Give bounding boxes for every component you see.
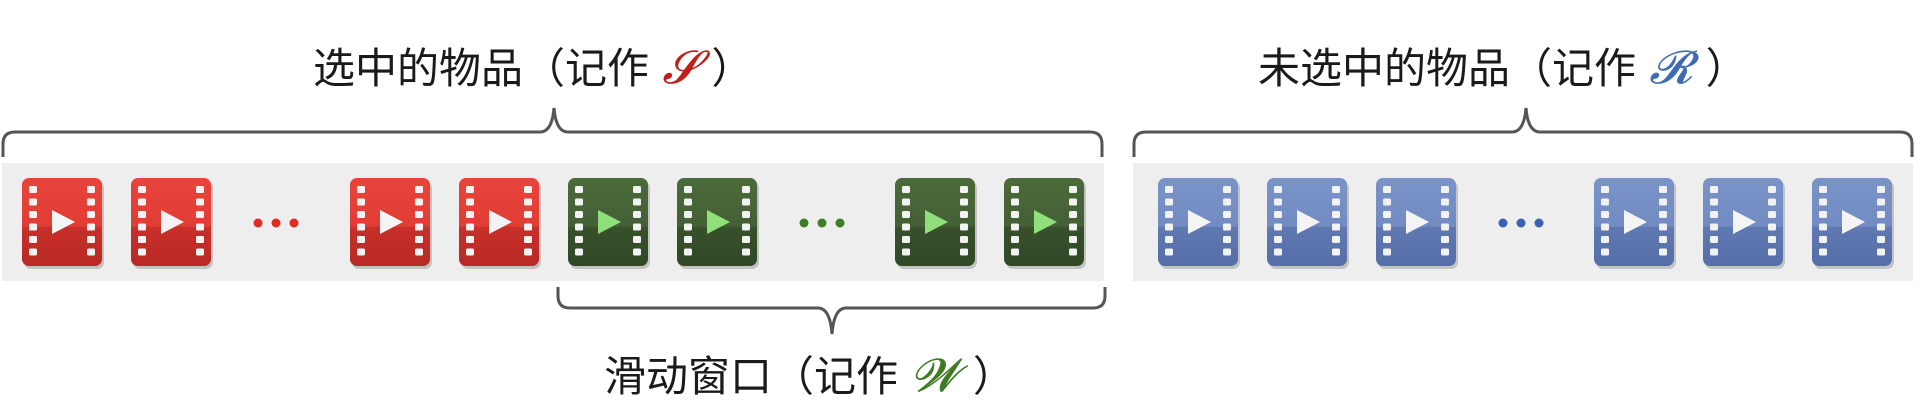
unselected-video-icon-5	[1703, 178, 1785, 269]
window-ellipsis-icon	[799, 218, 845, 228]
selected-video-icon-4	[459, 178, 541, 269]
window-video-icon-4	[1004, 178, 1086, 269]
unselected-video-icon-3	[1376, 178, 1458, 269]
selected-label: 选中的物品（记作 𝓢 ）	[313, 44, 753, 90]
window-label: 滑动窗口（记作 𝓦 ）	[604, 352, 1015, 398]
window-label-close: ）	[959, 352, 1015, 401]
selected-label-close: ）	[697, 44, 754, 93]
window-video-icon-1	[568, 178, 650, 269]
window-brace	[556, 287, 1107, 335]
window-video-icon-2	[677, 178, 759, 269]
selected-video-icon-3	[350, 178, 432, 269]
unselected-video-icon-4	[1594, 178, 1676, 269]
unselected-video-icon-6	[1812, 178, 1894, 269]
window-video-icon-3	[895, 178, 977, 269]
unselected-label-close: ）	[1692, 44, 1748, 93]
unselected-brace	[1132, 107, 1914, 157]
selected-video-icon-2	[131, 178, 213, 269]
unselected-label-text: 未选中的物品（记作	[1258, 44, 1650, 93]
unselected-label: 未选中的物品（记作 𝓡 ）	[1258, 44, 1748, 90]
selected-video-icon-1	[22, 178, 104, 269]
unselected-video-icon-1	[1158, 178, 1240, 269]
selected-brace	[1, 107, 1104, 157]
unselected-ellipsis-icon	[1498, 218, 1544, 228]
selected-label-text: 选中的物品（记作	[313, 44, 663, 93]
unselected-symbol: 𝓡	[1649, 40, 1693, 94]
window-label-text: 滑动窗口（记作	[604, 352, 912, 401]
selected-ellipsis-icon	[253, 218, 299, 228]
window-symbol: 𝓦	[911, 348, 960, 402]
selected-symbol: 𝓢	[662, 40, 698, 94]
unselected-video-icon-2	[1267, 178, 1349, 269]
